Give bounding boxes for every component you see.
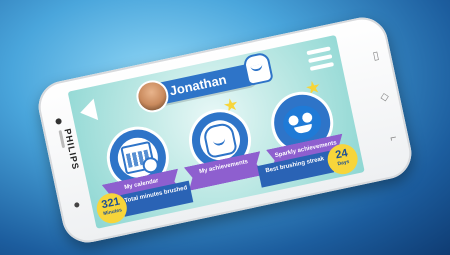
tooth-mascot-icon: [242, 51, 274, 87]
calendar-icon: [120, 140, 161, 175]
app-screen: Jonathan My calendar My achievements Spa…: [67, 34, 365, 229]
proximity-sensor: [73, 201, 80, 208]
tooth-icon: [202, 121, 239, 160]
hamburger-menu-icon[interactable]: [306, 46, 335, 74]
home-icon[interactable]: ◇: [376, 89, 393, 106]
back-key-icon[interactable]: ⌐: [385, 130, 402, 147]
avatar: [133, 77, 172, 116]
phone-body: PHILIPS ▯ ◇ ⌐ Jonathan My calendar My ac…: [33, 12, 417, 248]
username: Jonathan: [168, 71, 228, 99]
streak-unit: Days: [336, 158, 350, 168]
recent-apps-icon[interactable]: ▯: [368, 48, 385, 65]
monster-icon: [280, 102, 325, 144]
back-arrow-icon[interactable]: [77, 98, 99, 124]
clock-icon: [141, 155, 161, 175]
